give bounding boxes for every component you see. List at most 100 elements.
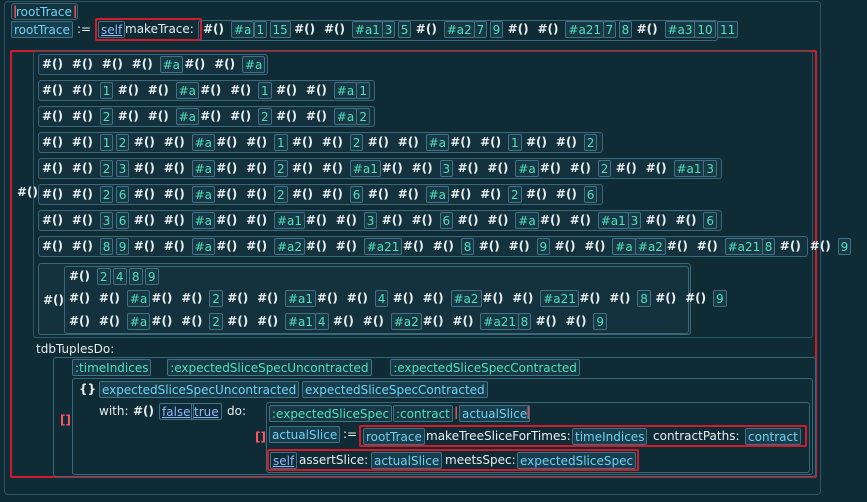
trace-row-token[interactable]: #() <box>214 134 239 151</box>
block-line2-token[interactable]: #() <box>510 290 535 307</box>
trace-row-token[interactable]: #() <box>568 212 593 229</box>
block-line2-token[interactable]: 8 <box>637 290 651 307</box>
trace-row-token[interactable]: #() <box>674 212 699 229</box>
trace-row-token[interactable]: #() <box>132 134 157 151</box>
trace-row-token[interactable]: #() <box>70 56 95 73</box>
trace-row-token[interactable]: #a2 <box>274 238 306 255</box>
block-line2-token[interactable]: #() <box>683 290 708 307</box>
block-line2-token[interactable]: #() <box>480 290 505 307</box>
trace-row-token[interactable]: #() <box>162 160 187 177</box>
trace-row-token[interactable]: #a1 <box>673 160 705 177</box>
inner-arg-contract[interactable]: :contract <box>393 405 453 422</box>
tdb-block[interactable]: [] :timeIndices:expectedSliceSpecUncontr… <box>53 357 816 477</box>
trace-row-token[interactable]: #() <box>396 186 421 203</box>
trace-row-token[interactable]: #() <box>228 108 253 125</box>
block-line1-token[interactable]: #() <box>67 268 92 285</box>
trace-row-token[interactable]: #() <box>808 238 833 255</box>
trace-row-token[interactable]: 9 <box>115 238 130 255</box>
trace-row-token[interactable]: #a <box>612 238 636 255</box>
block-line2-token[interactable]: #() <box>391 290 416 307</box>
block-line3-token[interactable]: #a2 <box>390 313 422 330</box>
trace-row-token[interactable]: 2 <box>274 186 288 203</box>
trace-row-token[interactable]: #() <box>304 82 329 99</box>
with-keyword[interactable]: with: <box>97 403 131 420</box>
trace-row-token[interactable]: #() <box>485 160 510 177</box>
trace-row-token[interactable]: #a <box>191 212 216 229</box>
trace-row-token[interactable]: #() <box>116 82 141 99</box>
makeTrace-arg-token[interactable]: 7 <box>473 21 488 38</box>
trace-row[interactable]: #() #() 1 2 #() #() #a #() #() 1 #() #() 2 #() #() #a #(… <box>38 132 603 153</box>
trace-row-token[interactable]: #a1 <box>274 212 306 229</box>
trace-row-token[interactable]: 1 <box>508 134 522 151</box>
trace-row-token[interactable]: #() <box>366 186 391 203</box>
trace-row-token[interactable]: #() <box>40 134 65 151</box>
trace-row-token[interactable]: #() <box>274 108 299 125</box>
block-row-hash[interactable]: #() <box>41 292 66 309</box>
trace-row-token[interactable]: #() <box>70 186 95 203</box>
trace-row-token[interactable]: 3 <box>703 160 718 177</box>
trace-row-token[interactable]: #() <box>448 186 473 203</box>
trace-row-token[interactable]: #() <box>290 186 315 203</box>
trace-row-token[interactable]: #() <box>162 212 187 229</box>
trace-row[interactable]: #() #() 2 6 #() #() #a #() #() 2 #() #() 6 #() #() #a #(… <box>38 184 603 205</box>
trace-row-token[interactable]: 2 <box>99 186 114 203</box>
assignment-statement[interactable]: rootTrace := self makeTrace: #() #a 1 15 #()… <box>11 18 739 41</box>
trace-row-token[interactable]: #() <box>162 186 187 203</box>
block-line2-token[interactable]: #() <box>577 290 602 307</box>
trace-row-token[interactable]: 2 <box>99 108 114 125</box>
makeTrace-arg-token[interactable]: 10 <box>694 21 716 38</box>
trace-row-token[interactable]: #() <box>40 212 65 229</box>
trace-row-token[interactable]: #() <box>456 212 481 229</box>
trace-row-token[interactable]: #() <box>320 186 345 203</box>
trace-row-token[interactable]: 3 <box>363 212 378 229</box>
stmt2-arg1[interactable]: actualSlice <box>371 452 443 469</box>
trace-row-token[interactable]: #() <box>380 160 405 177</box>
trace-row-token[interactable]: #() <box>401 238 426 255</box>
trace-row-token[interactable]: #() <box>40 56 65 73</box>
trace-row-token[interactable]: 6 <box>439 212 454 229</box>
block-line3-token[interactable]: 4 <box>314 313 329 330</box>
makeTrace-argument[interactable]: #() #a 1 15 #() #() #a1 3 5 #() #a2 7 9 #() #() #a21 7 8 #… <box>198 20 739 41</box>
stmt1-target[interactable]: actualSlice <box>269 426 341 443</box>
trace-row[interactable]: #() #() 1 #() #() #a #() #() 1 #() #() #a 1 <box>38 80 376 101</box>
trace-row-token[interactable]: #() <box>70 82 95 99</box>
trace-row-token[interactable]: #() <box>244 134 269 151</box>
block-line2-token[interactable]: #() <box>345 290 370 307</box>
inner-arg-expectedSliceSpec[interactable]: :expectedSliceSpec <box>269 405 393 422</box>
makeTrace-arg-token[interactable]: #() <box>201 21 226 38</box>
trace-row-token[interactable]: #a <box>242 56 266 73</box>
trace-row-token[interactable]: #a <box>515 160 539 177</box>
trace-row-token[interactable]: #() <box>70 108 95 125</box>
block-line3-token[interactable]: #() <box>97 313 122 330</box>
trace-row-token[interactable]: #() <box>214 238 239 255</box>
block-line2-token[interactable]: #a <box>126 290 151 307</box>
makeTrace-arg-token[interactable]: #() <box>322 21 347 38</box>
trace-row-token[interactable]: #() <box>582 238 607 255</box>
trace-row-token[interactable]: #() <box>334 238 359 255</box>
trace-row-token[interactable]: 6 <box>703 212 718 229</box>
with-hash[interactable]: #() <box>131 403 156 420</box>
trace-row-token[interactable]: #() <box>214 186 239 203</box>
trace-row-token[interactable]: #() <box>396 134 421 151</box>
makeTrace-arg-token[interactable]: #() <box>292 21 317 38</box>
trace-row-token[interactable]: #a <box>191 160 216 177</box>
outer-array[interactable]: #() #() #() #() #a #() #() #a #() #() 1 #() #() #a #()… <box>33 51 852 338</box>
do-block[interactable]: :expectedSliceSpec :contract | actualSli… <box>266 402 810 473</box>
stmt1-receiver[interactable]: rootTrace <box>363 428 425 445</box>
trace-row-token[interactable]: #() <box>70 134 95 151</box>
trace-row-token[interactable]: #() <box>614 160 639 177</box>
makeTrace-arg-token[interactable]: #a1 <box>351 21 383 38</box>
trace-row-token[interactable]: 2 <box>99 160 114 177</box>
block-arg[interactable]: :timeIndices <box>72 359 152 376</box>
trace-row-token[interactable]: #a <box>191 238 216 255</box>
trace-row-token[interactable]: #a <box>159 56 184 73</box>
trace-row-token[interactable]: #() <box>366 134 391 151</box>
trace-row-token[interactable]: 6 <box>115 212 130 229</box>
trace-row-token[interactable]: #a <box>175 108 200 125</box>
trace-row-token[interactable]: #() <box>40 82 65 99</box>
trace-row-token[interactable]: #a21 <box>724 238 764 255</box>
makeTrace-arg-token[interactable]: 5 <box>397 21 412 38</box>
block-line2-token[interactable]: #a2 <box>450 290 482 307</box>
trace-row-token[interactable]: #() <box>182 56 207 73</box>
trace-row-token[interactable]: 2 <box>115 134 130 151</box>
